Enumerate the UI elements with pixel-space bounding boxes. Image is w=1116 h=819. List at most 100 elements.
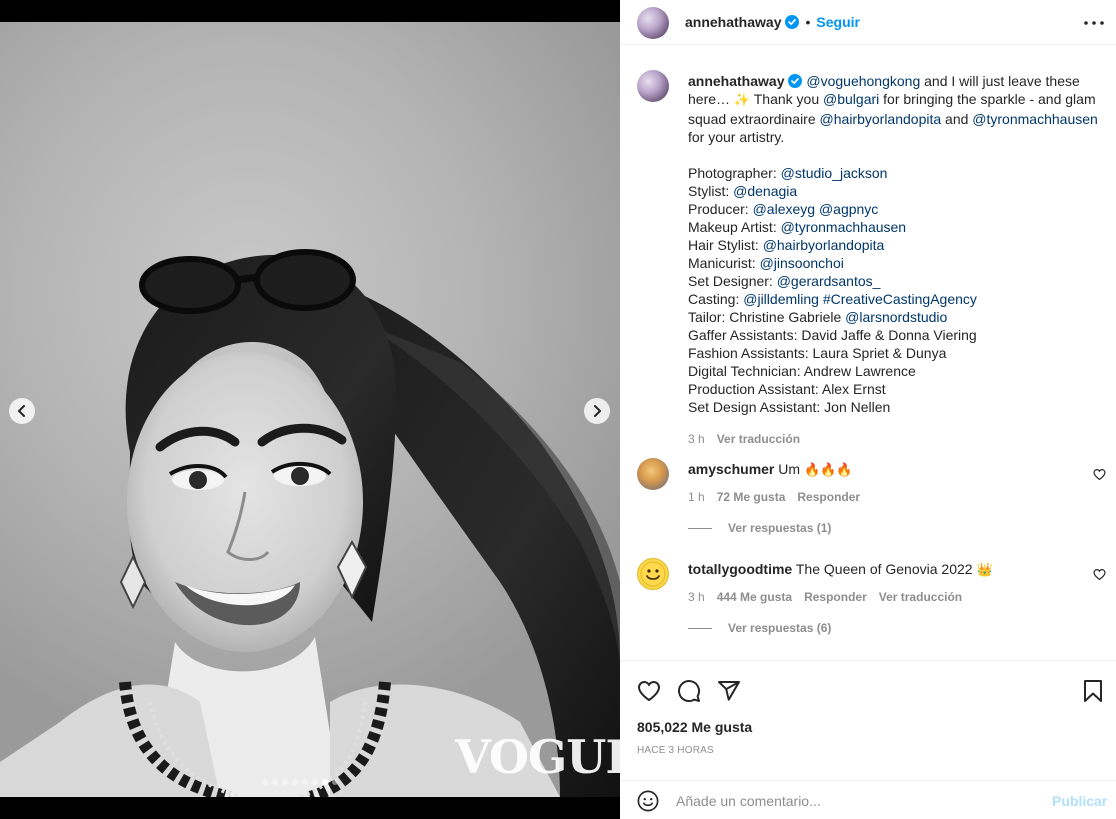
caption-text: and: [941, 111, 973, 127]
post-side-panel: annehathaway • Seguir annehathaway @vogu…: [620, 0, 1116, 819]
publish-button[interactable]: Publicar: [1052, 793, 1107, 809]
caption-time: 3 h: [688, 432, 705, 446]
portrait-photo: [0, 249, 620, 797]
like-comment-heart-icon[interactable]: [1093, 468, 1106, 481]
comment-likes[interactable]: 72 Me gusta: [717, 490, 786, 504]
slide-dot: [282, 779, 288, 785]
comment-item: totallygoodtime The Queen of Genovia 202…: [688, 560, 1088, 606]
credit-line: Producer: @alexeyg @agpnyc: [688, 200, 1100, 218]
comment-time: 1 h: [688, 490, 705, 504]
credit-mention[interactable]: @jinsoonchoi: [760, 255, 844, 271]
credit-mention[interactable]: @tyronmachhausen: [781, 219, 907, 235]
view-replies-label: Ver respuestas (6): [728, 621, 832, 635]
slide-dot: [322, 779, 328, 785]
share-paper-plane-icon[interactable]: [717, 679, 741, 703]
mention-link[interactable]: @bulgari: [823, 91, 879, 107]
comment-input[interactable]: [676, 789, 1036, 813]
comments-scroll-area[interactable]: annehathaway @voguehongkong and I will j…: [620, 46, 1116, 660]
credit-label: Makeup Artist:: [688, 219, 781, 235]
credit-label: Set Designer:: [688, 273, 777, 289]
comment-time: 3 h: [688, 590, 705, 604]
more-options-icon[interactable]: [1082, 14, 1106, 32]
caption-author-username[interactable]: annehathaway: [688, 73, 784, 89]
credit-label: Production Assistant: Alex Ernst: [688, 381, 886, 397]
credit-label: Casting:: [688, 291, 744, 307]
credit-mention[interactable]: @denagia: [733, 183, 797, 199]
view-replies-button[interactable]: Ver respuestas (6): [688, 621, 831, 635]
credit-label: Digital Technician: Andrew Lawrence: [688, 363, 916, 379]
credit-line: Fashion Assistants: Laura Spriet & Dunya: [688, 344, 1100, 362]
commenter-avatar[interactable]: [637, 558, 669, 590]
author-avatar[interactable]: [637, 7, 669, 39]
view-replies-button[interactable]: Ver respuestas (1): [688, 521, 831, 535]
credit-line: Production Assistant: Alex Ernst: [688, 380, 1100, 398]
credit-mention[interactable]: @hairbyorlandopita: [763, 237, 885, 253]
slide-dot: [302, 779, 308, 785]
caption-author-avatar[interactable]: [637, 70, 669, 102]
slide-dot: [272, 779, 278, 785]
credit-line: Makeup Artist: @tyronmachhausen: [688, 218, 1100, 236]
credit-label: Producer:: [688, 201, 753, 217]
author-username[interactable]: annehathaway: [685, 14, 781, 30]
like-comment-heart-icon[interactable]: [1093, 568, 1106, 581]
comment-text: Um: [778, 461, 804, 477]
save-bookmark-icon[interactable]: [1082, 679, 1104, 703]
view-replies-label: Ver respuestas (1): [728, 521, 832, 535]
credit-line: Set Designer: @gerardsantos_: [688, 272, 1100, 290]
post-media[interactable]: VOGUE: [0, 22, 620, 797]
credit-mention[interactable]: @larsnordstudio: [845, 309, 947, 325]
credit-label: Stylist:: [688, 183, 734, 199]
mention-link[interactable]: @tyronmachhausen: [972, 111, 1098, 127]
verified-badge-icon: [785, 15, 800, 29]
credit-label: Set Design Assistant: Jon Nellen: [688, 399, 891, 415]
replies-divider: [688, 527, 712, 529]
slide-dot: [262, 779, 268, 785]
previous-slide-button[interactable]: [9, 398, 35, 424]
credit-mention[interactable]: @alexeyg @agpnyc: [753, 201, 879, 217]
comment-text: The Queen of Genovia 2022: [795, 561, 977, 577]
emoji-picker-icon[interactable]: [637, 790, 659, 812]
translate-link[interactable]: Ver traducción: [717, 432, 800, 446]
chevron-right-icon: [594, 405, 601, 417]
mention-link[interactable]: @voguehongkong: [806, 73, 920, 89]
comment-meta: 1 h 72 Me gusta Responder: [688, 488, 1088, 506]
commenter-username[interactable]: totallygoodtime: [688, 561, 792, 577]
fire-emoji: 🔥🔥🔥: [803, 463, 853, 478]
mention-link[interactable]: @hairbyorlandopita: [820, 111, 942, 127]
slide-dot: [292, 779, 298, 785]
credit-mention[interactable]: @gerardsantos_: [777, 273, 881, 289]
reply-button[interactable]: Responder: [804, 590, 867, 604]
credit-line: Photographer: @studio_jackson: [688, 164, 1100, 182]
header-separator: •: [805, 14, 811, 30]
reply-button[interactable]: Responder: [797, 490, 860, 504]
credit-label: Tailor: Christine Gabriele: [688, 309, 846, 325]
likes-count[interactable]: 805,022 Me gusta: [637, 719, 752, 735]
commenter-avatar[interactable]: [637, 458, 669, 490]
post-actions: 805,022 Me gusta HACE 3 HORAS: [620, 660, 1116, 780]
caption-meta: 3 h Ver traducción: [688, 430, 1100, 448]
commenter-username[interactable]: amyschumer: [688, 461, 774, 477]
credit-line: Stylist: @denagia: [688, 182, 1100, 200]
slide-indicator: [262, 779, 338, 785]
slide-dot: [332, 779, 338, 785]
post-caption: annehathaway @voguehongkong and I will j…: [688, 72, 1100, 448]
like-heart-icon[interactable]: [637, 679, 661, 703]
follow-button[interactable]: Seguir: [816, 14, 860, 30]
credit-mention[interactable]: @studio_jackson: [781, 165, 888, 181]
comment-likes[interactable]: 444 Me gusta: [717, 590, 792, 604]
chevron-left-icon: [18, 405, 25, 417]
comment-bubble-icon[interactable]: [677, 679, 701, 703]
crown-emoji: 👑: [976, 563, 993, 578]
credits-list: Photographer: @studio_jackson Stylist: @d…: [688, 164, 1100, 416]
comment-composer: Publicar: [620, 780, 1116, 819]
credit-label: Photographer:: [688, 165, 781, 181]
verified-badge-icon: [788, 74, 803, 88]
credit-label: Gaffer Assistants: David Jaffe & Donna V…: [688, 327, 977, 343]
comment-item: amyschumer Um 🔥🔥🔥 1 h 72 Me gusta Responde…: [688, 460, 1088, 506]
next-slide-button[interactable]: [584, 398, 610, 424]
credit-mention[interactable]: @jilldemling #CreativeCastingAgency: [743, 291, 977, 307]
translate-link[interactable]: Ver traducción: [879, 590, 962, 604]
credit-line: Hair Stylist: @hairbyorlandopita: [688, 236, 1100, 254]
sparkle-emoji: ✨: [733, 93, 751, 108]
